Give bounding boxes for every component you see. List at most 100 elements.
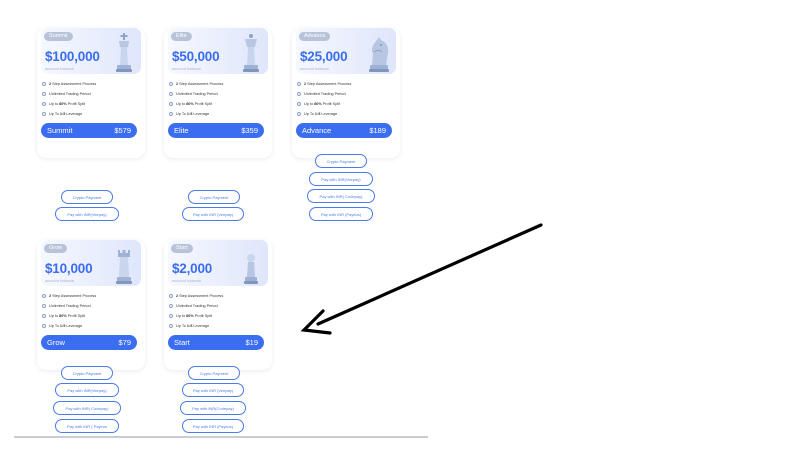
check-circle-icon [169, 304, 173, 308]
plan-name: Grow [47, 338, 65, 347]
check-circle-icon [42, 304, 46, 308]
check-circle-icon [42, 102, 46, 106]
check-circle-icon [42, 82, 46, 86]
feature-row: Up To 1:5 Leverage [297, 109, 397, 119]
check-circle-icon [169, 102, 173, 106]
chess-king-icon [116, 33, 132, 72]
check-circle-icon [169, 294, 173, 298]
plan-name: Advance [302, 126, 332, 135]
plan-price: $579 [114, 126, 131, 135]
check-circle-icon [42, 294, 46, 298]
plan-badge: Advance [299, 32, 331, 41]
plan-price: $19 [245, 338, 258, 347]
plan-card-header: Advance $25,000 account balance [296, 28, 396, 74]
account-amount: $50,000 [172, 49, 220, 64]
account-amount-caption: account balance [45, 278, 75, 283]
feature-row: 2 Step Assessment Process [169, 79, 269, 89]
grow-pay-inr-veepay-button[interactable]: Pay with INR(Veepay) [55, 383, 119, 397]
chess-queen-icon [243, 34, 259, 72]
plan-features: 2 Step Assessment Process Unlimited Tradi… [42, 79, 142, 119]
buy-advance-button[interactable]: Advance $189 [296, 123, 392, 138]
plan-name: Start [174, 338, 190, 347]
feature-row: Unlimited Trading Period [169, 89, 269, 99]
check-circle-icon [169, 324, 173, 328]
feature-row: 2 Step Assessment Process [42, 79, 142, 89]
advance-crypto-payment-button[interactable]: Crypto Payment [315, 154, 367, 168]
grow-pay-inr-payeos-button[interactable]: Pay with INR ( Payeos [55, 419, 119, 433]
account-amount-caption: account balance [172, 278, 202, 283]
start-pay-inr-veepay-button[interactable]: Pay with INR (Veepay) [182, 383, 244, 397]
start-pay-inr-payeos-button[interactable]: Pay with INR (Payeos) [182, 419, 244, 433]
check-circle-icon [297, 102, 301, 106]
feature-row: Unlimited Trading Period [169, 301, 269, 311]
check-circle-icon [297, 112, 301, 116]
screenshot-stage: Summit $100,000 account balance 2 Step As… [0, 0, 800, 450]
advance-pay-inr-codepay-button[interactable]: Pay with INR( Codepay) [307, 189, 375, 203]
buy-grow-button[interactable]: Grow $79 [41, 335, 137, 350]
check-circle-icon [42, 92, 46, 96]
check-circle-icon [169, 82, 173, 86]
account-amount: $100,000 [45, 49, 100, 64]
plan-features: 2 Step Assessment Process Unlimited Tradi… [169, 79, 269, 119]
chess-knight-icon [369, 37, 389, 72]
feature-row: Unlimited Trading Period [42, 89, 142, 99]
account-amount-caption: account balance [300, 66, 330, 71]
chess-pawn-icon [244, 254, 258, 284]
feature-row: Up To 1:5 Leverage [169, 321, 269, 331]
feature-row: Unlimited Trading Period [297, 89, 397, 99]
plan-price: $79 [118, 338, 131, 347]
feature-row: Up to 80% Profit Split [169, 311, 269, 321]
account-amount-caption: account balance [172, 66, 202, 71]
check-circle-icon [42, 324, 46, 328]
feature-row: Up to 80% Profit Split [297, 99, 397, 109]
plan-badge: Grow [44, 244, 68, 253]
check-circle-icon [42, 314, 46, 318]
plan-price: $359 [241, 126, 258, 135]
feature-row: Up To 1:5 Leverage [42, 109, 142, 119]
plan-price: $189 [369, 126, 386, 135]
plan-card-start: Start $2,000 account balance 2 Step Asses… [164, 240, 272, 370]
plan-card-advance: Advance $25,000 account balance 2 Step As… [292, 28, 400, 158]
start-pay-inr-codepay-button[interactable]: Pay with INR(Codepay) [180, 401, 246, 415]
plan-features: 2 Step Assessment Process Unlimited Tradi… [297, 79, 397, 119]
grow-pay-inr-codepay-button[interactable]: Pay with INR( Codepay) [53, 401, 121, 415]
advance-pay-inr-payeos-button[interactable]: Pay with INR (Payeos) [309, 207, 373, 221]
account-amount: $25,000 [300, 49, 348, 64]
buy-start-button[interactable]: Start $19 [168, 335, 264, 350]
plan-card-grow: Grow $10,000 account balance 2 Step Asses… [37, 240, 145, 370]
chess-rook-icon [116, 250, 132, 284]
plan-badge: Start [171, 244, 193, 253]
plan-card-header: Start $2,000 account balance [168, 240, 268, 286]
feature-row: 2 Step Assessment Process [42, 291, 142, 301]
plan-card-elite: Elite $50,000 account balance 2 Step Asse… [164, 28, 272, 158]
plan-card-header: Grow $10,000 account balance [41, 240, 141, 286]
check-circle-icon [169, 112, 173, 116]
feature-row: 2 Step Assessment Process [297, 79, 397, 89]
plan-badge: Elite [171, 32, 192, 41]
plan-card-header: Summit $100,000 account balance [41, 28, 141, 74]
summit-pay-inr-veepay-button[interactable]: Pay with INR(Veepay) [55, 207, 119, 221]
summit-crypto-payment-button[interactable]: Crypto Payment [61, 190, 113, 204]
plan-features: 2 Step Assessment Process Unlimited Tradi… [169, 291, 269, 331]
elite-pay-inr-veepay-button[interactable]: Pay with INR (Veepay) [182, 207, 244, 221]
plan-features: 2 Step Assessment Process Unlimited Tradi… [42, 291, 142, 331]
feature-row: Up To 1:5 Leverage [42, 321, 142, 331]
start-crypto-payment-button[interactable]: Crypto Payment [188, 366, 240, 380]
buy-elite-button[interactable]: Elite $359 [168, 123, 264, 138]
elite-crypto-payment-button[interactable]: Crypto Payment [188, 190, 240, 204]
check-circle-icon [169, 314, 173, 318]
plan-badge: Summit [44, 32, 73, 41]
buy-summit-button[interactable]: Summit $579 [41, 123, 137, 138]
plan-card-header: Elite $50,000 account balance [168, 28, 268, 74]
plan-name: Summit [47, 126, 73, 135]
account-amount-caption: account balance [45, 66, 75, 71]
grow-crypto-payment-button[interactable]: Crypto Payment [61, 366, 113, 380]
check-circle-icon [42, 112, 46, 116]
feature-row: Up to 80% Profit Split [42, 99, 142, 109]
feature-row: Up to 80% Profit Split [169, 99, 269, 109]
page-bottom-border [14, 436, 428, 438]
account-amount: $2,000 [172, 261, 213, 276]
check-circle-icon [297, 92, 301, 96]
advance-pay-inr-veepay-button[interactable]: Pay with INR(Veepay) [309, 172, 373, 186]
feature-row: Up To 1:5 Leverage [169, 109, 269, 119]
